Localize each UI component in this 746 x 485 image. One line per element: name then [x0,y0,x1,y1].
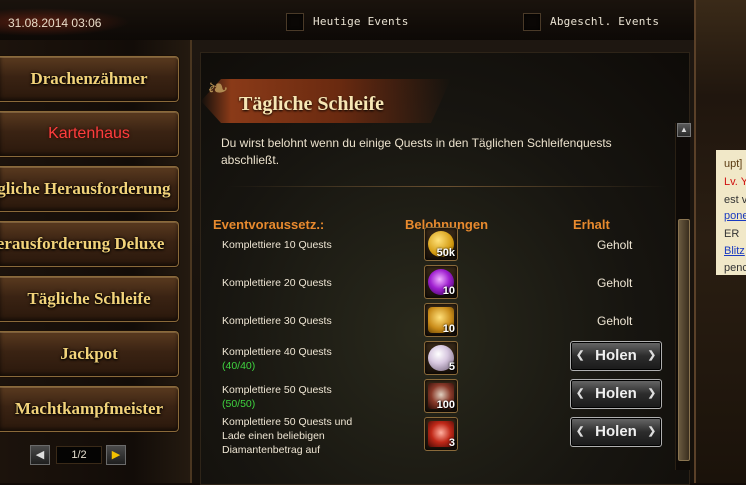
claim-button[interactable]: ❮ Holen ❯ [570,341,662,371]
pager-prev-button[interactable]: ◀ [30,445,50,465]
reward-slot[interactable]: 10 [424,303,458,337]
chat-link[interactable]: pone [724,210,746,222]
panel-description: Du wirst belohnt wenn du einige Quests i… [221,136,612,167]
pager-page-indicator: 1/2 [56,446,102,464]
chat-text: ER [724,228,740,240]
row-progress: (50/50) [222,398,256,410]
menu-item-drachenzaehmer[interactable]: Drachenzähmer [0,56,179,102]
scroll-up-button[interactable]: ▲ [677,123,691,137]
checkbox-todays-events[interactable] [286,13,304,31]
reward-quantity: 3 [448,437,455,449]
panel-title: Tägliche Schleife [239,93,384,115]
chat-text: est v [724,194,746,206]
reward-quantity: 10 [442,285,455,297]
row-status: Geholt [597,314,633,328]
row-condition-text: Komplettiere 50 Quests [222,384,332,396]
claim-button-label: Holen [595,423,637,440]
menu-item-label: Tägliche Schleife [27,289,151,308]
menu-pager: ◀ 1/2 ▶ [30,444,126,466]
chat-text: upt] [724,158,743,170]
reward-slot[interactable]: 3 [424,417,458,451]
menu-item-label: Jackpot [60,344,118,363]
reward-slot[interactable]: 10 [424,265,458,299]
event-detail-panel: ❧ Tägliche Schleife Du wirst belohnt wen… [190,40,698,485]
chevron-right-icon: ❯ [647,388,656,399]
pager-next-button[interactable]: ▶ [106,445,126,465]
chat-text: penc [724,262,746,274]
swirl-ornament-icon: ❧ [207,73,229,103]
row-status: Geholt [597,276,633,290]
menu-item-kartenhaus[interactable]: Kartenhaus [0,111,179,157]
chat-text: Lv. Y [724,176,746,188]
menu-item-machtkampfmeister[interactable]: Machtkampfmeister [0,386,179,432]
reward-quantity: 10 [442,323,455,335]
row-condition: Komplettiere 30 Quests [222,315,332,327]
menu-item-jackpot[interactable]: Jackpot [0,331,179,377]
checkbox-label-todays-events: Heutige Events [313,15,409,28]
chevron-right-icon: ❯ [647,426,656,437]
row-condition: Komplettiere 20 Quests [222,277,332,289]
chevron-left-icon: ❮ [576,350,585,361]
row-condition: Komplettiere 40 Quests (40/40) [222,345,332,373]
claim-button-label: Holen [595,385,637,402]
divider [227,186,667,187]
menu-item-label: Drachenzähmer [30,69,148,88]
chevron-right-icon: ❯ [647,350,656,361]
row-condition: Komplettiere 50 Quests (50/50) [222,383,332,411]
reward-quantity: 5 [448,361,455,373]
menu-item-label: Kartenhaus [48,125,130,142]
datetime: 31.08.2014 03:06 [8,16,102,30]
menu-item-taegliche-schleife[interactable]: Tägliche Schleife [0,276,179,322]
claim-button[interactable]: ❮ Holen ❯ [570,417,662,447]
row-status: Geholt [597,238,633,252]
row-condition: Komplettiere 50 Quests und Lade einen be… [222,416,353,456]
scroll-thumb[interactable] [678,219,690,461]
checkbox-label-completed-events: Abgeschl. Events [550,15,660,28]
checkbox-completed-events[interactable] [523,13,541,31]
reward-quantity: 50k [436,247,455,259]
right-side-panel: upt] Lv. Y est v pone ER Blitz penc [694,0,746,483]
header-status: Erhalt [573,217,610,232]
scrollbar[interactable]: ▲ [675,123,691,470]
reward-slot[interactable]: 50k [424,227,458,261]
reward-slot[interactable]: 100 [424,379,458,413]
row-progress: (40/40) [222,360,256,372]
claim-button-label: Holen [595,347,637,364]
menu-item-herausforderung-deluxe[interactable]: Herausforderung Deluxe [0,221,179,267]
menu-item-taegliche-herausforderung[interactable]: Tägliche Herausforderung [0,166,179,212]
top-bar: 31.08.2014 03:06 Heutige Events Abgeschl… [0,0,746,41]
row-condition: Komplettiere 10 Quests [222,239,332,251]
row-condition-text: Komplettiere 40 Quests [222,346,332,358]
reward-quantity: 100 [436,399,455,411]
chevron-left-icon: ❮ [576,388,585,399]
menu-item-label: Tägliche Herausforderung [0,179,171,198]
chat-link[interactable]: Blitz [724,245,745,257]
claim-button[interactable]: ❮ Holen ❯ [570,379,662,409]
event-menu: ❦ Drachenzähmer Kartenhaus Tägliche Hera… [0,40,190,483]
event-detail-content: ❧ Tägliche Schleife Du wirst belohnt wen… [200,52,691,485]
chevron-left-icon: ❮ [576,426,585,437]
reward-slot[interactable]: 5 [424,341,458,375]
menu-item-label: Herausforderung Deluxe [0,234,165,253]
header-condition: Eventvoraussetz.: [213,217,325,232]
menu-item-label: Machtkampfmeister [14,399,164,418]
